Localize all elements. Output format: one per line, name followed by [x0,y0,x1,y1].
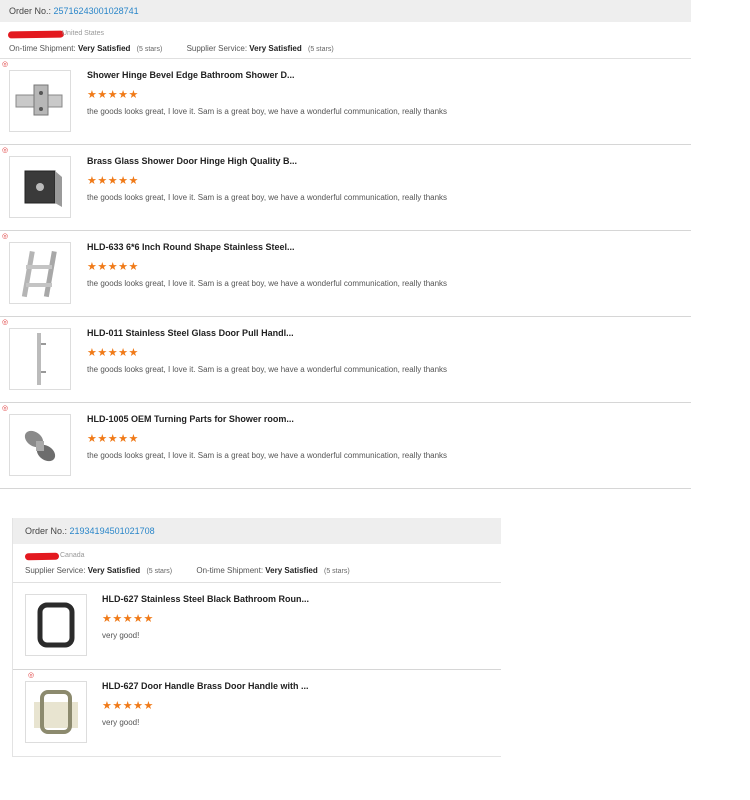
review-item: ◎ Brass Glass Shower Door Hinge High Qua… [0,145,691,231]
badge-icon: ◎ [2,61,9,68]
review-item: ◎ HLD-633 6*6 Inch Round Shape Stainless… [0,231,691,317]
review-comment: the goods looks great, I love it. Sam is… [87,107,448,116]
product-thumbnail[interactable] [9,242,71,304]
order-header: Order No.: 25716243001028741 [0,0,691,22]
badge-icon: ◎ [2,405,9,412]
order-review-block: Order No.: 25716243001028741 United Stat… [0,0,691,489]
stat-label: On-time Shipment: [196,566,264,575]
product-thumbnail[interactable] [9,156,71,218]
product-title-link[interactable]: HLD-627 Stainless Steel Black Bathroom R… [102,594,309,604]
product-title-link[interactable]: Shower Hinge Bevel Edge Bathroom Shower … [87,70,295,80]
stat-value: Very Satisfied [265,566,318,575]
black-handle-icon [37,602,75,648]
review-item: ◎ HLD-1005 OEM Turning Parts for Shower … [0,403,691,489]
buyer-country: Canada [60,552,85,559]
review-comment: the goods looks great, I love it. Sam is… [87,279,448,288]
product-title-link[interactable]: HLD-011 Stainless Steel Glass Door Pull … [87,328,294,338]
product-thumbnail[interactable] [9,414,71,476]
badge-icon: ◎ [2,147,9,154]
redacted-buyer-name [24,552,60,561]
order-number-link[interactable]: 21934194501021708 [70,526,155,536]
product-title-link[interactable]: HLD-633 6*6 Inch Round Shape Stainless S… [87,242,295,252]
stat-value: Very Satisfied [77,44,131,53]
star-rating: ★★★★★ [87,347,139,359]
review-item: ◎ HLD-011 Stainless Steel Glass Door Pul… [0,317,691,403]
review-item: HLD-627 Stainless Steel Black Bathroom R… [13,583,501,670]
stat-value: Very Satisfied [87,566,141,575]
review-comment: the goods looks great, I love it. Sam is… [87,365,448,374]
order-label: Order No.: [9,6,52,16]
stat-stars: (5 stars) [136,46,163,53]
stat-label: Supplier Service: [25,566,86,575]
star-rating: ★★★★★ [102,700,154,712]
star-rating: ★★★★★ [87,261,139,273]
review-item: ◎ Shower Hinge Bevel Edge Bathroom Showe… [0,59,691,145]
stat-stars: (5 stars) [146,568,173,575]
stat-label: Supplier Service: [186,44,248,53]
order-review-block: Order No.: 21934194501021708 Canada Supp… [12,518,501,757]
review-item: ◎ HLD-627 Door Handle Brass Door Handle … [13,670,501,756]
product-title-link[interactable]: Brass Glass Shower Door Hinge High Quali… [87,156,297,166]
review-comment: the goods looks great, I love it. Sam is… [87,451,448,460]
pull-handle-icon [21,250,57,298]
order-label: Order No.: [25,526,68,536]
stat-label: On-time Shipment: [9,44,76,53]
stat-stars: (5 stars) [324,568,350,575]
review-comment: very good! [102,631,140,640]
badge-icon: ◎ [2,319,9,326]
buyer-country: United States [62,30,105,37]
product-thumbnail[interactable] [9,328,71,390]
review-comment: very good! [102,718,140,727]
rating-summary: On-time Shipment: Very Satisfied (5 star… [0,42,691,59]
buyer-info: Canada [13,544,501,564]
product-title-link[interactable]: HLD-1005 OEM Turning Parts for Shower ro… [87,414,294,424]
stat-stars: (5 stars) [308,46,334,53]
brass-handle-icon [34,690,78,734]
star-rating: ★★★★★ [87,175,139,187]
hinge-icon [15,84,63,116]
order-number-link[interactable]: 25716243001028741 [54,6,139,16]
order-header: Order No.: 21934194501021708 [13,518,501,544]
clamp-icon [24,430,56,462]
product-title-link[interactable]: HLD-627 Door Handle Brass Door Handle wi… [102,681,309,691]
badge-icon: ◎ [28,672,35,679]
product-thumbnail[interactable] [25,681,87,743]
product-thumbnail[interactable] [25,594,87,656]
review-comment: the goods looks great, I love it. Sam is… [87,193,448,202]
redacted-buyer-name [7,30,65,39]
badge-icon: ◎ [2,233,9,240]
square-hinge-icon [24,170,62,207]
product-thumbnail[interactable] [9,70,71,132]
star-rating: ★★★★★ [87,433,139,445]
stat-value: Very Satisfied [249,44,302,53]
long-handle-icon [37,333,46,385]
star-rating: ★★★★★ [87,89,139,101]
star-rating: ★★★★★ [102,613,154,625]
rating-summary: Supplier Service: Very Satisfied (5 star… [13,564,501,583]
buyer-info: United States [0,22,691,42]
